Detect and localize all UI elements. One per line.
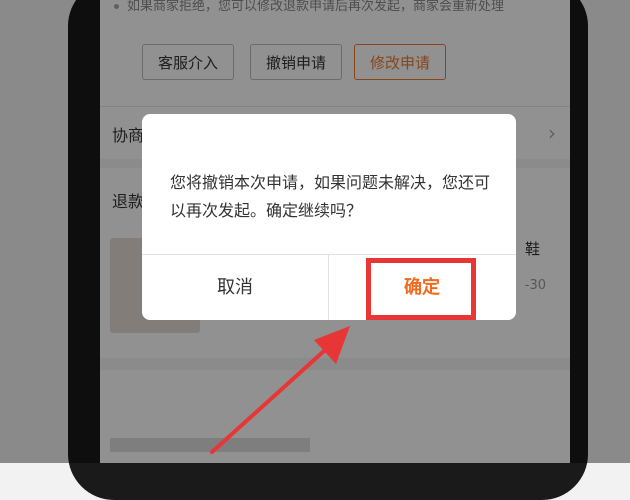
dialog-message: 您将撤销本次申请，如果问题未解决，您还可以再次发起。确定继续吗？ (170, 173, 491, 220)
cancel-button[interactable]: 取消 (142, 255, 328, 320)
confirm-highlight-box (366, 258, 476, 320)
